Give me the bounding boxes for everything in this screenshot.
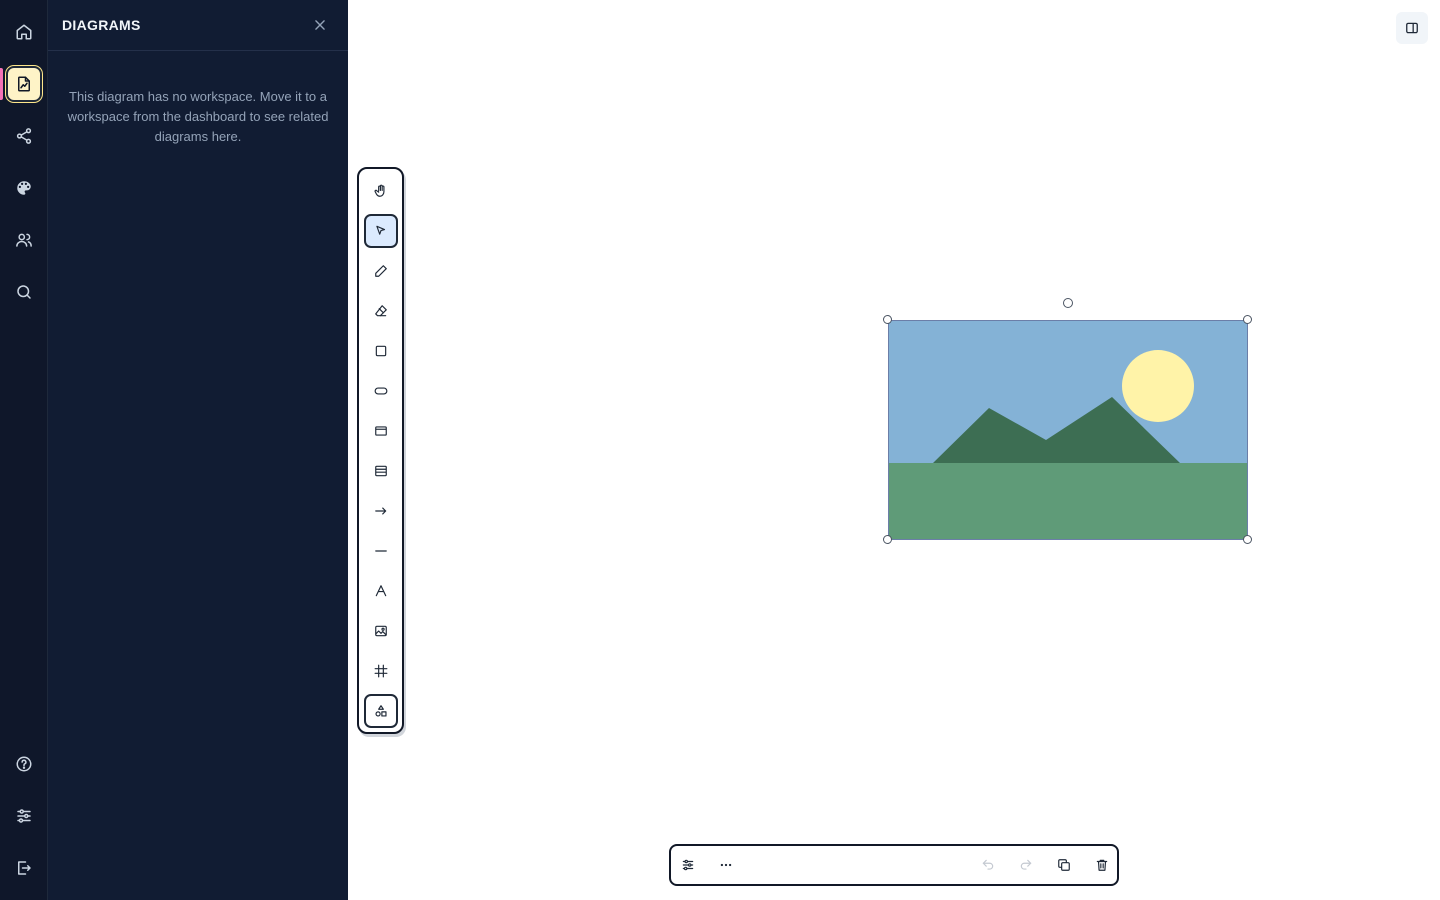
image-icon <box>375 625 387 637</box>
tool-eraser[interactable] <box>364 294 398 328</box>
tool-pencil[interactable] <box>364 254 398 288</box>
tool-text[interactable] <box>364 574 398 608</box>
more-icon <box>720 863 732 867</box>
arrow-right-icon <box>375 507 387 515</box>
redo-icon <box>1020 859 1032 870</box>
left-rail <box>0 0 48 900</box>
line-icon <box>375 550 387 552</box>
pointer-icon <box>376 225 386 235</box>
rotate-handle[interactable] <box>1063 298 1073 308</box>
text-icon <box>375 585 387 597</box>
users-icon <box>16 233 32 247</box>
canvas-toolbar <box>357 167 404 734</box>
diagrams-panel: DIAGRAMS This diagram has no workspace. … <box>48 0 348 900</box>
share-button[interactable] <box>4 116 44 156</box>
search-icon <box>17 285 31 299</box>
frame-icon <box>374 664 388 678</box>
search-button[interactable] <box>4 272 44 312</box>
bottom-action-bar <box>669 844 1119 886</box>
help-icon <box>16 756 32 772</box>
duplicate-button[interactable] <box>1049 850 1079 880</box>
preferences-button[interactable] <box>4 796 44 836</box>
tool-arrow[interactable] <box>364 494 398 528</box>
sun <box>1122 350 1194 422</box>
theme-button[interactable] <box>4 168 44 208</box>
toggle-properties-panel-button[interactable] <box>1396 12 1428 44</box>
settings-sliders-icon <box>17 809 31 823</box>
square-icon <box>375 345 387 357</box>
tool-ellipse[interactable] <box>364 374 398 408</box>
sidebar-toggle-icon <box>1406 22 1418 34</box>
panel-header: DIAGRAMS <box>48 0 348 51</box>
undo-icon <box>982 859 994 870</box>
resize-handle-bottom-right[interactable] <box>1243 535 1252 544</box>
diagrams-button[interactable] <box>6 66 42 102</box>
home-icon <box>16 24 32 40</box>
panel-title: DIAGRAMS <box>62 17 141 33</box>
eraser-icon <box>375 305 387 317</box>
undo-button[interactable] <box>973 850 1003 880</box>
delete-button[interactable] <box>1087 850 1117 880</box>
share-icon <box>16 128 32 144</box>
resize-handle-top-right[interactable] <box>1243 315 1252 324</box>
copy-icon <box>1058 859 1070 871</box>
landscape-image <box>888 320 1248 540</box>
ground <box>888 463 1248 540</box>
canvas-image[interactable] <box>883 315 1252 544</box>
properties-button[interactable] <box>673 850 703 880</box>
logout-button[interactable] <box>4 848 44 888</box>
table-icon <box>375 465 387 477</box>
shapes-icon <box>375 705 387 717</box>
resize-handle-bottom-left[interactable] <box>883 535 892 544</box>
tool-line[interactable] <box>364 534 398 568</box>
redo-button[interactable] <box>1011 850 1041 880</box>
pencil-icon <box>375 265 387 277</box>
members-button[interactable] <box>4 220 44 260</box>
trash-icon <box>1096 859 1108 871</box>
tool-card[interactable] <box>364 414 398 448</box>
no-workspace-message: This diagram has no workspace. Move it t… <box>67 89 329 144</box>
diagram-icon <box>18 76 30 92</box>
tool-image[interactable] <box>364 614 398 648</box>
resize-handle-top-left[interactable] <box>883 315 892 324</box>
close-panel-button[interactable] <box>306 11 334 39</box>
tool-table[interactable] <box>364 454 398 488</box>
tool-rectangle[interactable] <box>364 334 398 368</box>
tool-hand[interactable] <box>364 174 398 208</box>
settings-sliders-icon <box>682 859 694 871</box>
palette-icon <box>17 181 31 195</box>
tool-select[interactable] <box>364 214 398 248</box>
logout-icon <box>18 861 31 875</box>
tool-shapes[interactable] <box>364 694 398 728</box>
active-marker <box>0 68 3 100</box>
ellipse-icon <box>374 387 388 395</box>
help-button[interactable] <box>4 744 44 784</box>
card-icon <box>375 426 387 436</box>
hand-icon <box>374 184 385 197</box>
close-icon <box>315 20 325 30</box>
home-button[interactable] <box>4 12 44 52</box>
tool-frame[interactable] <box>364 654 398 688</box>
more-options-button[interactable] <box>711 850 741 880</box>
